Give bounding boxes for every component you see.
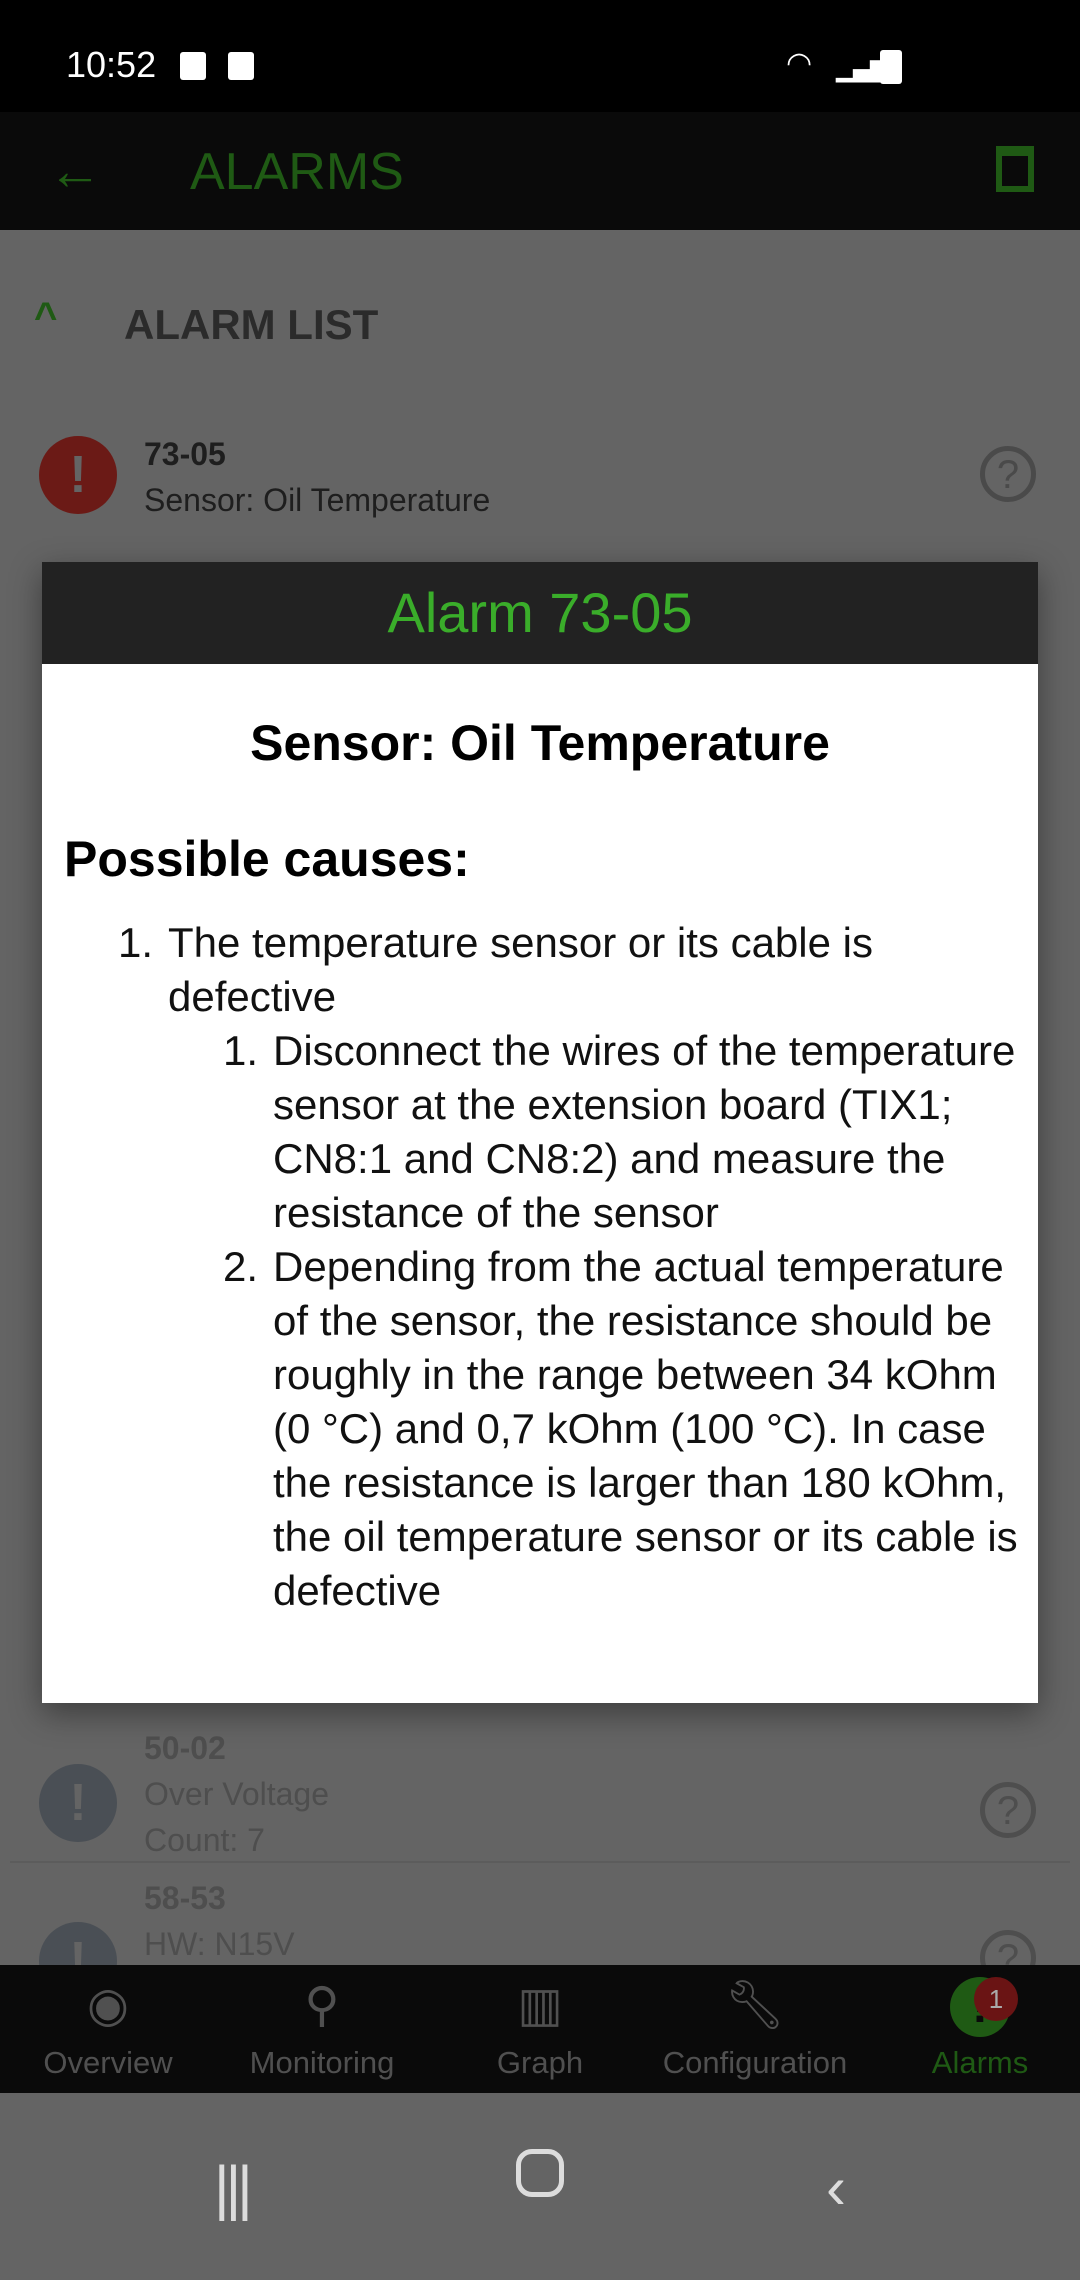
section-label: ALARM LIST: [124, 301, 379, 348]
alarm-code: 50-02: [144, 1730, 226, 1766]
search-icon: ⚲: [304, 1979, 340, 2032]
list-item[interactable]: ! 50-02 Over Voltage Count: 7 ?: [0, 1730, 1080, 1860]
page-title: ALARMS: [190, 143, 404, 201]
alarm-text: HW: N15V: [144, 1926, 295, 1962]
alarm-count: Count: 7: [144, 1822, 265, 1858]
step-text: Depending from the actual temperature of…: [273, 1243, 1018, 1614]
alarm-count-badge: 1: [974, 1977, 1018, 2021]
alarm-clock-icon: [228, 52, 254, 80]
wrench-icon: 🔧︎: [724, 1979, 786, 2032]
alert-icon: !: [39, 1922, 117, 1965]
chevron-up-icon: ^: [34, 295, 58, 339]
causes-heading: Possible causes:: [64, 831, 470, 887]
dialog-subtitle: Sensor: Oil Temperature: [250, 715, 830, 771]
tab-label: Overview: [43, 2045, 173, 2080]
alarm-dialog: Alarm 73-05 Sensor: Oil Temperature Poss…: [42, 562, 1038, 1703]
step-text: Disconnect the wires of the temperature …: [273, 1027, 1016, 1236]
divider: [10, 1861, 1070, 1863]
step-item: 2. Depending from the actual temperature…: [42, 1240, 1038, 1618]
alarm-list-header[interactable]: ^ ALARM LIST: [0, 265, 1080, 385]
step-item: 1. Disconnect the wires of the temperatu…: [42, 1024, 1038, 1240]
alarm-code: 73-05: [144, 436, 226, 472]
list-item[interactable]: ! 73-05 Sensor: Oil Temperature ?: [0, 400, 1080, 560]
tab-monitoring[interactable]: ⚲ Monitoring: [232, 1965, 412, 2093]
help-icon[interactable]: ?: [980, 446, 1036, 502]
image-icon: [180, 52, 206, 80]
list-item[interactable]: ! 58-53 HW: N15V ?: [0, 1880, 1080, 1965]
trash-icon[interactable]: [996, 146, 1034, 192]
alarm-code: 58-53: [144, 1880, 226, 1916]
bar-chart-icon: ▥: [517, 1979, 563, 2032]
back-icon[interactable]: ‹: [826, 2153, 846, 2222]
arrow-left-icon[interactable]: ←: [48, 140, 102, 202]
system-nav-bar: ||| ‹: [0, 2093, 1080, 2280]
item-number: 1.: [118, 919, 154, 966]
cause-text: The temperature sensor or its cable is d…: [168, 919, 873, 1020]
alarm-text: Sensor: Oil Temperature: [144, 482, 491, 518]
step-number: 2.: [223, 1243, 259, 1290]
tab-configuration[interactable]: 🔧︎ Configuration: [650, 1965, 860, 2093]
tab-overview[interactable]: ◉ Overview: [20, 1965, 196, 2093]
wifi-icon: ◠: [786, 47, 813, 80]
cause-item: 1. The temperature sensor or its cable i…: [42, 916, 1038, 1024]
causes-list: 1. The temperature sensor or its cable i…: [42, 916, 1038, 1618]
tab-graph[interactable]: ▥ Graph: [460, 1965, 620, 2093]
status-bar: 10:52 ◠ ▁▃▅: [0, 0, 1080, 112]
dialog-title: Alarm 73-05: [42, 562, 1038, 664]
help-icon[interactable]: ?: [980, 1930, 1036, 1965]
tab-alarms[interactable]: ! Alarms 1: [900, 1965, 1060, 2093]
recent-apps-icon[interactable]: |||: [214, 2153, 253, 2222]
tab-label: Graph: [496, 2045, 584, 2080]
battery-icon: [880, 50, 902, 84]
tab-label: Configuration: [662, 2045, 848, 2080]
step-number: 1.: [223, 1027, 259, 1074]
clock: 10:52: [66, 44, 157, 85]
tab-label: Monitoring: [249, 2045, 395, 2080]
tab-label: Alarms: [931, 2045, 1029, 2080]
alarm-text: Over Voltage: [144, 1776, 329, 1812]
bottom-nav: ◉ Overview ⚲ Monitoring ▥ Graph 🔧︎ Configura…: [0, 1965, 1080, 2093]
eye-icon: ◉: [87, 1979, 129, 2032]
app-bar: ← ALARMS: [0, 112, 1080, 230]
help-icon[interactable]: ?: [980, 1782, 1036, 1838]
home-icon[interactable]: [516, 2149, 564, 2197]
alert-icon: !: [39, 1764, 117, 1842]
alert-icon: !: [39, 436, 117, 514]
